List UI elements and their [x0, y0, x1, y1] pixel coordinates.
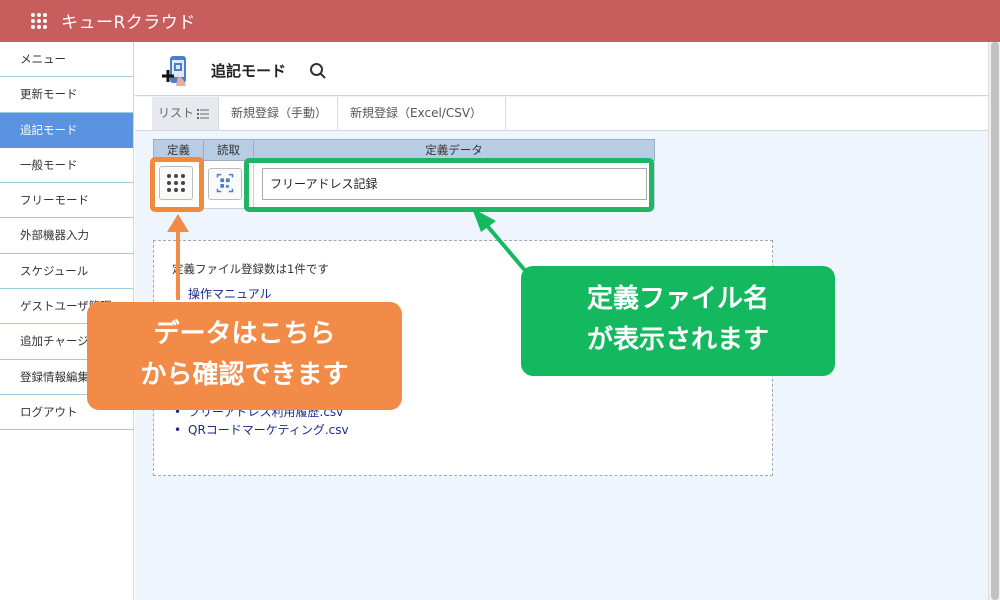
definition-file-count: 定義ファイル登録数は1件です	[172, 262, 329, 276]
green-callout-line1: 定義ファイル名	[586, 284, 769, 314]
tab-excel-csv-register[interactable]: 新規登録（Excel/CSV）	[338, 97, 506, 130]
green-highlight-box	[244, 158, 654, 212]
search-icon[interactable]	[309, 62, 327, 80]
sidebar-item-menu[interactable]: メニュー	[0, 42, 133, 78]
file-link-list: 操作マニュアル	[172, 285, 272, 303]
orange-callout-line1: データはこちら	[153, 319, 336, 349]
sidebar-item-general-mode[interactable]: 一般モード	[0, 148, 133, 184]
app-header: キューRクラウド	[0, 0, 1000, 42]
page-header: 追記モード	[135, 42, 988, 96]
page-title: 追記モード	[211, 62, 287, 80]
orange-callout-line2: から確認できます	[140, 360, 349, 390]
green-callout: 定義ファイル名 が表示されます	[521, 266, 835, 376]
list-icon	[197, 108, 210, 119]
file-link-qr-marketing[interactable]: QRコードマーケティング.csv	[172, 421, 349, 439]
orange-highlight-box	[150, 157, 204, 212]
app-title: キューRクラウド	[61, 13, 196, 33]
tab-list-label: リスト	[158, 106, 195, 120]
manual-link[interactable]: 操作マニュアル	[172, 285, 272, 303]
sidebar-item-free-mode[interactable]: フリーモード	[0, 183, 133, 219]
orange-callout: データはこちら から確認できます	[87, 302, 402, 410]
sidebar-item-append-mode[interactable]: 追記モード	[0, 112, 133, 148]
app-menu-icon[interactable]	[31, 13, 47, 29]
scan-button[interactable]	[208, 168, 242, 200]
page-scrollbar[interactable]	[988, 42, 1000, 600]
green-callout-line2: が表示されます	[586, 325, 769, 355]
append-mode-icon	[162, 56, 186, 86]
sidebar-item-external-device[interactable]: 外部機器入力	[0, 218, 133, 254]
sidebar-item-update-mode[interactable]: 更新モード	[0, 77, 133, 113]
qr-scan-icon	[216, 173, 234, 193]
sidebar-item-schedule[interactable]: スケジュール	[0, 254, 133, 290]
tab-list[interactable]: リスト	[152, 97, 219, 130]
scrollbar-thumb[interactable]	[991, 42, 999, 600]
tab-manual-register[interactable]: 新規登録（手動）	[219, 97, 338, 130]
tab-bar: リスト 新規登録（手動） 新規登録（Excel/CSV）	[135, 97, 988, 131]
